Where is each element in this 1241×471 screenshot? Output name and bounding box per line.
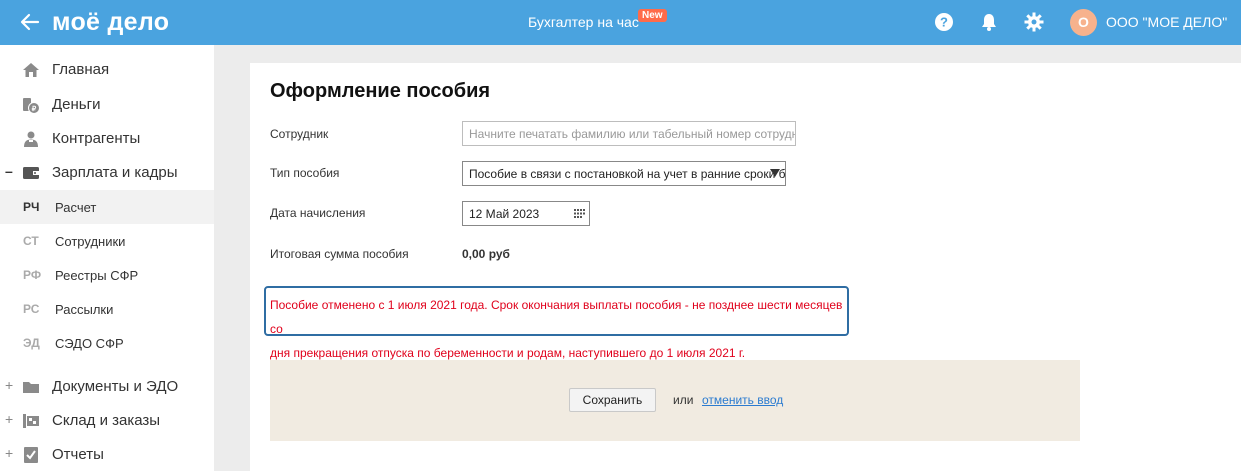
contractors-icon — [24, 131, 38, 147]
employee-search-input[interactable]: Начните печатать фамилию или табельный н… — [462, 121, 796, 146]
accrual-date-value: 12 Май 2023 — [469, 207, 540, 221]
subitem-label: Реестры СФР — [55, 268, 139, 283]
home-icon — [23, 63, 39, 77]
warning-line-1: Пособие отменено с 1 июля 2021 года. Сро… — [270, 298, 843, 336]
chevron-down-icon — [770, 169, 780, 177]
subitem-abbr: РФ — [23, 268, 42, 282]
subitem-label: Сотрудники — [55, 234, 126, 249]
avatar[interactable]: О — [1070, 9, 1097, 36]
sidebar-item-salary[interactable]: – Зарплата и кадры — [0, 156, 214, 190]
expand-toggle[interactable]: + — [5, 377, 13, 393]
cancel-input-link[interactable]: отменить ввод — [702, 393, 783, 407]
sidebar-item-label: Документы и ЭДО — [52, 378, 179, 395]
page-title: Оформление пособия — [270, 80, 491, 102]
subitem-label: СЭДО СФР — [55, 336, 124, 351]
benefit-type-value: Пособие в связи с постановкой на учет в … — [469, 167, 786, 181]
sidebar-item-reports[interactable]: + Отчеты — [0, 438, 214, 471]
total-label: Итоговая сумма пособия — [270, 247, 409, 261]
sidebar-subitem-calculation[interactable]: РЧ Расчет — [0, 190, 214, 224]
expand-toggle[interactable]: + — [5, 445, 13, 461]
sidebar: Главная ₽ Деньги Контрагенты – Зарплата … — [0, 45, 214, 471]
gear-icon[interactable] — [1024, 12, 1044, 32]
subitem-label: Расчет — [55, 200, 97, 215]
sidebar-item-label: Контрагенты — [52, 130, 141, 147]
company-name[interactable]: ООО "МОЕ ДЕЛО" — [1106, 14, 1227, 30]
sidebar-subitem-registries[interactable]: РФ Реестры СФР — [0, 258, 214, 292]
top-header: моё дело Бухгалтер на час New ? О ООО "М… — [0, 0, 1241, 45]
benefit-form-panel: Оформление пособия Сотрудник Начните печ… — [250, 63, 1241, 471]
sidebar-subitem-mailings[interactable]: РС Рассылки — [0, 292, 214, 326]
sidebar-item-home[interactable]: Главная — [0, 53, 214, 87]
sidebar-item-label: Главная — [52, 61, 110, 78]
warehouse-icon — [23, 414, 39, 428]
subitem-label: Рассылки — [55, 302, 114, 317]
reports-icon — [24, 447, 38, 463]
sidebar-subitem-sedo[interactable]: ЭД СЭДО СФР — [0, 326, 214, 360]
save-button[interactable]: Сохранить — [569, 388, 656, 412]
back-arrow-icon[interactable] — [18, 10, 42, 34]
subitem-abbr: РЧ — [23, 200, 40, 214]
bell-icon[interactable] — [979, 12, 999, 32]
collapse-toggle[interactable]: – — [5, 163, 13, 179]
sidebar-item-label: Отчеты — [52, 446, 104, 463]
help-icon[interactable]: ? — [934, 12, 954, 32]
cancellation-warning: Пособие отменено с 1 июля 2021 года. Сро… — [264, 286, 849, 360]
expand-toggle[interactable]: + — [5, 411, 13, 427]
svg-text:₽: ₽ — [32, 105, 37, 113]
benefit-type-select[interactable]: Пособие в связи с постановкой на учет в … — [462, 161, 786, 186]
sidebar-item-contractors[interactable]: Контрагенты — [0, 122, 214, 156]
accrual-date-field[interactable]: 12 Май 2023 — [462, 201, 590, 226]
subitem-abbr: РС — [23, 302, 40, 316]
sidebar-item-label: Склад и заказы — [52, 412, 161, 429]
sidebar-item-label: Зарплата и кадры — [52, 164, 178, 181]
svg-text:?: ? — [940, 15, 948, 30]
money-icon: ₽ — [23, 98, 40, 114]
sidebar-item-label: Деньги — [52, 96, 101, 113]
accountant-hour-link[interactable]: Бухгалтер на час — [528, 14, 639, 30]
folder-icon — [23, 382, 39, 393]
logo[interactable]: моё дело — [52, 8, 169, 37]
calendar-icon[interactable] — [574, 209, 585, 218]
employee-label: Сотрудник — [270, 127, 329, 141]
subitem-abbr: СТ — [23, 234, 39, 248]
subitem-abbr: ЭД — [23, 336, 40, 350]
benefit-type-label: Тип пособия — [270, 166, 340, 180]
or-text: или — [673, 393, 694, 407]
wallet-icon — [23, 167, 39, 179]
form-actions-bar: Сохранить или отменить ввод — [270, 360, 1080, 441]
sidebar-subitem-employees[interactable]: СТ Сотрудники — [0, 224, 214, 258]
total-value: 0,00 руб — [462, 247, 510, 261]
accrual-date-label: Дата начисления — [270, 206, 366, 220]
new-badge: New — [638, 9, 667, 22]
sidebar-item-money[interactable]: ₽ Деньги — [0, 88, 214, 122]
sidebar-item-warehouse[interactable]: + Склад и заказы — [0, 404, 214, 438]
sidebar-item-documents[interactable]: + Документы и ЭДО — [0, 370, 214, 404]
